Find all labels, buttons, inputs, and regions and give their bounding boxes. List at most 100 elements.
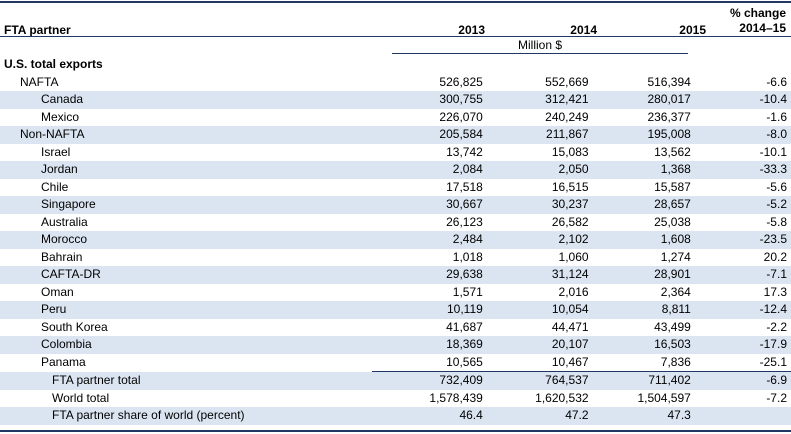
value-2015: 47.3 — [588, 407, 691, 425]
value-2013: 526,825 — [439, 74, 483, 89]
value-pct-change: -17.9 — [690, 336, 791, 354]
value-2015: 15,587 — [654, 179, 691, 194]
row-label: FTA partner total — [0, 371, 372, 390]
value-2014: 16,515 — [551, 179, 589, 194]
value-2014: 1,620,532 — [535, 390, 589, 405]
value-pct-change: -5.2 — [690, 196, 791, 214]
value-2013: 29,638 — [371, 266, 483, 284]
value-2014: 44,471 — [551, 319, 589, 334]
value-pct-change: -1.6 — [766, 109, 787, 124]
table-row: U.S. total exports — [0, 56, 791, 74]
table-row: Morocco 2,484 2,102 1,608 -23.5 — [0, 231, 791, 249]
header-pct-change-period: 2014–15 — [739, 21, 786, 35]
table-row: Israel 13,742 15,083 13,562 -10.1 — [0, 144, 791, 162]
value-2014: 2,102 — [482, 231, 589, 249]
value-2015: 25,038 — [654, 214, 691, 229]
row-label: Canada — [0, 91, 372, 109]
row-label: NAFTA — [20, 74, 59, 89]
value-2015: 711,402 — [588, 371, 691, 390]
row-label: Singapore — [0, 196, 372, 214]
table-row: Bahrain 1,018 1,060 1,274 20.2 — [0, 249, 791, 267]
row-label: Bahrain — [41, 249, 83, 264]
value-2013: 10,565 — [446, 354, 483, 369]
row-label: Jordan — [0, 161, 372, 179]
row-label: Israel — [41, 144, 71, 159]
value-2015: 195,008 — [588, 126, 691, 144]
value-2013: 2,484 — [371, 231, 483, 249]
value-pct-change: -7.2 — [766, 390, 787, 405]
value-2013: 17,518 — [446, 179, 483, 194]
table-row: FTA partner share of world (percent) 46.4… — [0, 407, 791, 425]
row-label: Peru — [0, 301, 372, 319]
value-2013: 13,742 — [446, 144, 483, 159]
value-2013: 26,123 — [446, 214, 483, 229]
table-row: Canada 300,755 312,421 280,017 -10.4 — [0, 91, 791, 109]
value-2015 — [589, 56, 691, 74]
value-2015: 16,503 — [588, 336, 691, 354]
value-pct-change: -7.1 — [690, 266, 791, 284]
value-2014: 2,050 — [482, 161, 589, 179]
table-row: Jordan 2,084 2,050 1,368 -33.3 — [0, 161, 791, 179]
value-2015: 516,394 — [647, 74, 691, 89]
row-label: CAFTA-DR — [0, 266, 372, 284]
table-row: NAFTA 526,825 552,669 516,394 -6.6 — [0, 74, 791, 92]
value-2014: 1,060 — [558, 249, 589, 264]
value-2014: 26,582 — [551, 214, 589, 229]
value-2013: 732,409 — [371, 371, 483, 390]
value-pct-change: -2.2 — [766, 319, 787, 334]
value-2015: 1,274 — [660, 249, 691, 264]
value-2014: 312,421 — [482, 91, 589, 109]
value-2015: 236,377 — [647, 109, 691, 124]
value-pct-change: -33.3 — [690, 161, 791, 179]
value-2013: 46.4 — [371, 407, 483, 425]
value-2014: 47.2 — [482, 407, 589, 425]
value-2015: 28,657 — [588, 196, 691, 214]
value-2014: 552,669 — [545, 74, 589, 89]
row-label: South Korea — [41, 319, 108, 334]
row-label: Non-NAFTA — [0, 126, 372, 144]
bottom-rule — [0, 430, 791, 432]
value-2015: 1,504,597 — [637, 390, 691, 405]
value-pct-change: -5.6 — [766, 179, 787, 194]
value-2014: 764,537 — [482, 371, 589, 390]
value-2013: 205,584 — [371, 126, 483, 144]
data-table: U.S. total exports NAFTA 526,825 552,669 516… — [0, 56, 791, 425]
value-pct-change: -23.5 — [690, 231, 791, 249]
value-2014: 30,237 — [482, 196, 589, 214]
header-year-2013: 2013 — [458, 23, 485, 37]
value-2014: 31,124 — [482, 266, 589, 284]
table-row: Singapore 30,667 30,237 28,657 -5.2 — [0, 196, 791, 214]
table-row: Oman 1,571 2,016 2,364 17.3 — [0, 284, 791, 302]
row-label: Oman — [41, 284, 74, 299]
header-year-2014: 2014 — [570, 23, 597, 37]
value-2014: 240,249 — [545, 109, 589, 124]
fta-exports-table: FTA partner 2013 2014 2015 % change 2014… — [0, 0, 791, 434]
table-row: FTA partner total 732,409 764,537 711,402 -6… — [0, 371, 791, 390]
value-pct-change: 17.3 — [763, 284, 787, 299]
value-2013: 41,687 — [446, 319, 483, 334]
value-2014: 211,867 — [482, 126, 589, 144]
table-row: Mexico 226,070 240,249 236,377 -1.6 — [0, 109, 791, 127]
row-label: Chile — [41, 179, 69, 194]
table-row: Chile 17,518 16,515 15,587 -5.6 — [0, 179, 791, 197]
value-2015: 2,364 — [660, 284, 691, 299]
value-2015: 7,836 — [660, 354, 691, 369]
value-2013: 30,667 — [371, 196, 483, 214]
value-2014: 2,016 — [558, 284, 589, 299]
value-2015: 280,017 — [588, 91, 691, 109]
value-2013: 1,571 — [452, 284, 483, 299]
value-2014: 15,083 — [551, 144, 589, 159]
value-pct-change: -6.6 — [766, 74, 787, 89]
row-label: Australia — [41, 214, 88, 229]
row-label: U.S. total exports — [4, 57, 103, 71]
value-2015: 8,811 — [588, 301, 691, 319]
value-2013 — [372, 56, 483, 74]
value-2015: 1,368 — [588, 161, 691, 179]
value-pct-change — [691, 56, 791, 74]
table-row: World total 1,578,439 1,620,532 1,504,597 -7… — [0, 390, 791, 408]
value-2015: 28,901 — [588, 266, 691, 284]
header-rule — [0, 36, 791, 37]
row-label: Mexico — [41, 109, 80, 124]
table-row: Non-NAFTA 205,584 211,867 195,008 -8.0 — [0, 126, 791, 144]
value-pct-change: 20.2 — [763, 249, 787, 264]
